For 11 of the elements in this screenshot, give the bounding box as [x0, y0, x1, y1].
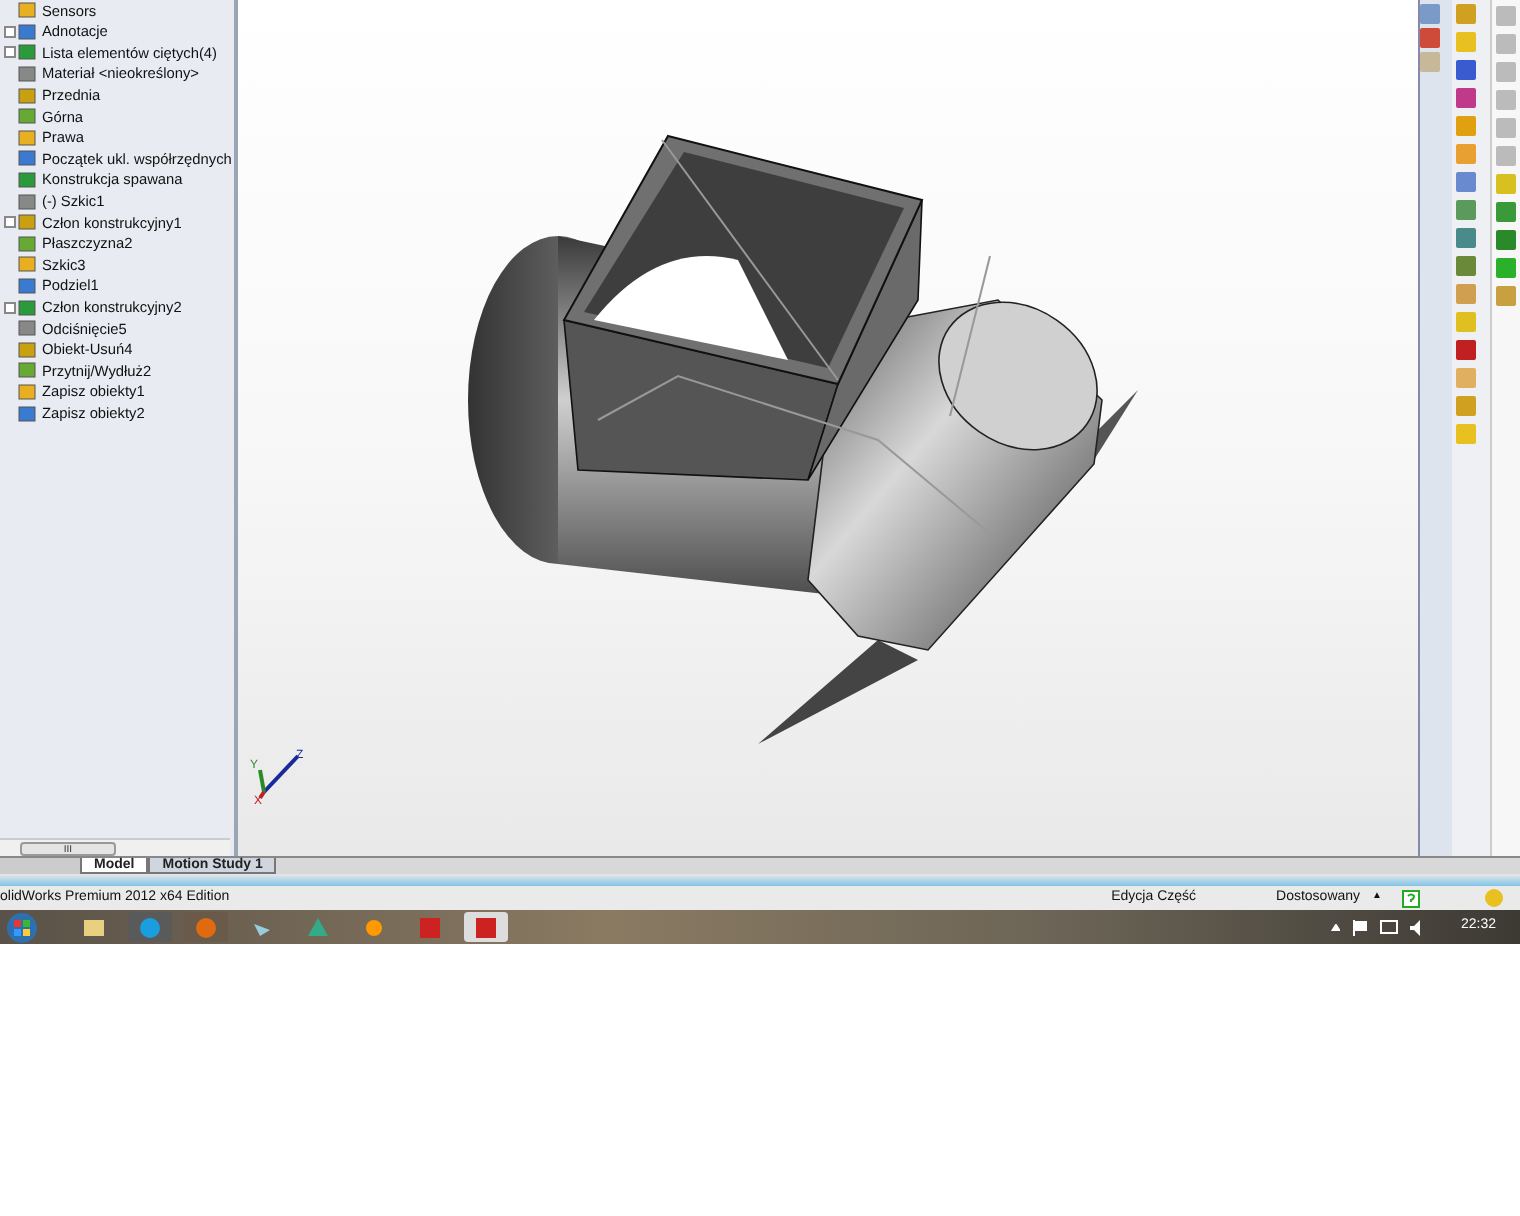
expand-toggle[interactable]: [4, 216, 16, 229]
expand-toggle[interactable]: [4, 25, 16, 38]
expand-toggle[interactable]: [4, 301, 16, 314]
network-icon[interactable]: [1380, 919, 1399, 935]
start-button[interactable]: [4, 911, 40, 943]
help-icon[interactable]: [1402, 889, 1420, 907]
notification-icon[interactable]: [1484, 888, 1504, 908]
tab-scroll-arrows[interactable]: [0, 858, 80, 874]
flag-icon[interactable]: [1352, 919, 1369, 935]
expand-toggle[interactable]: [4, 46, 16, 59]
cube-icon[interactable]: [464, 912, 508, 942]
